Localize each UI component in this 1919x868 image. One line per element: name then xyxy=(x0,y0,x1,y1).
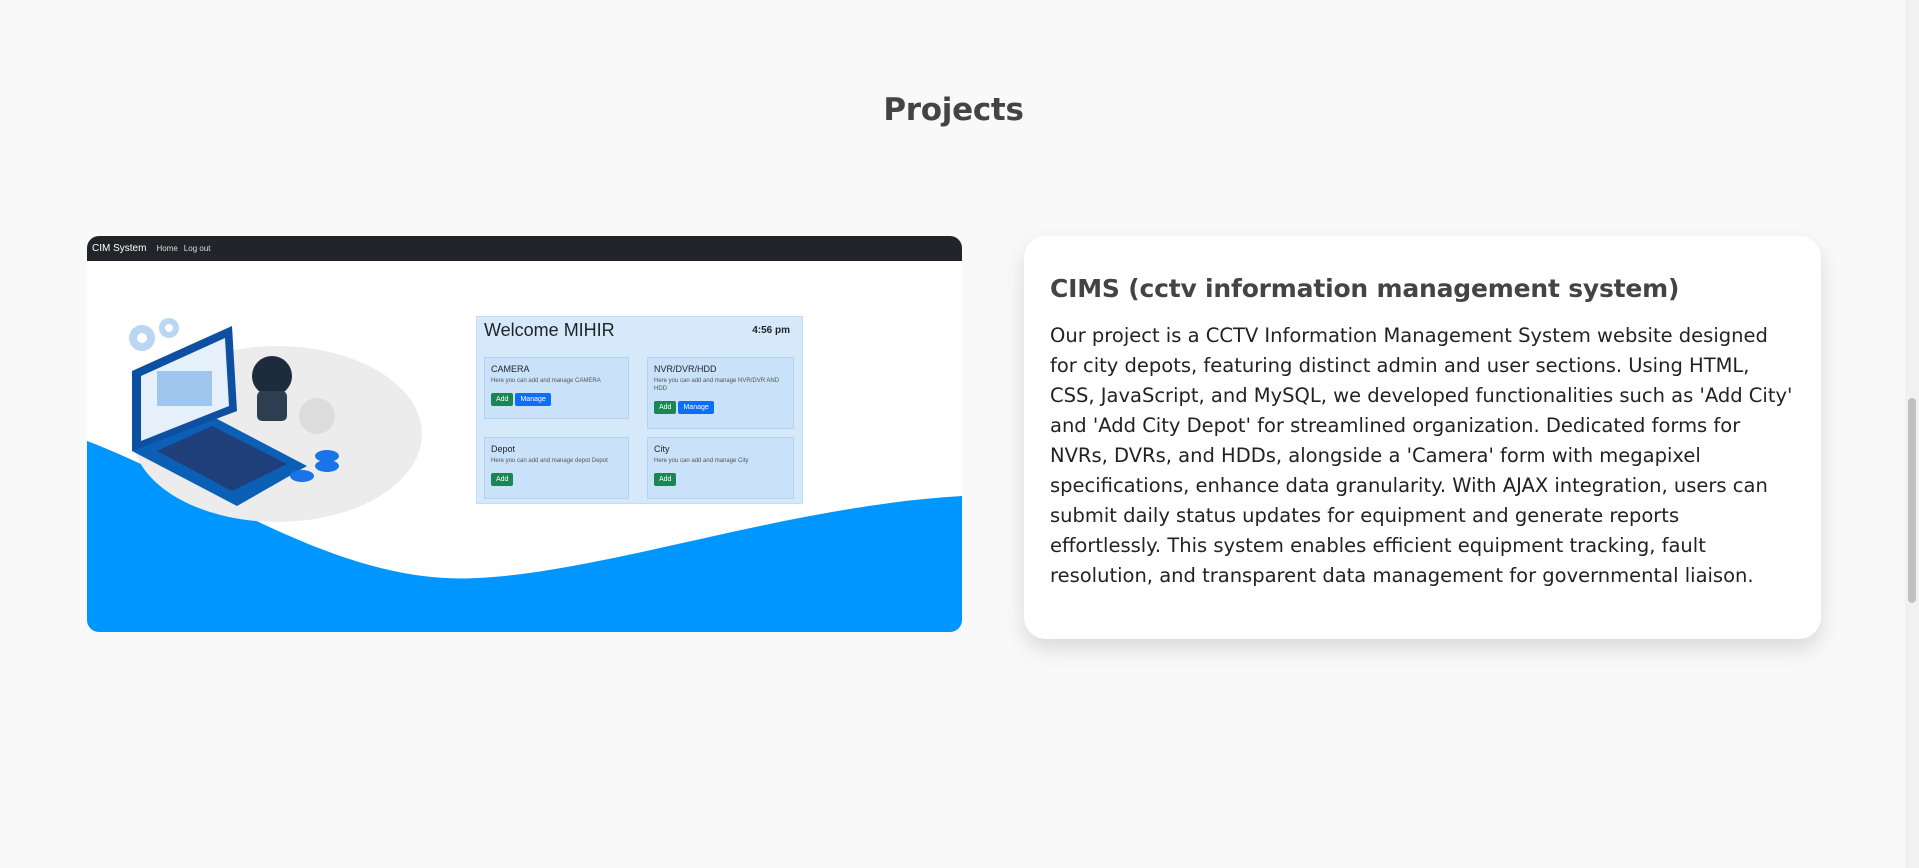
laptop-illustration xyxy=(129,318,339,506)
dashboard-panel: Welcome MIHIR 4:56 pm CAMERA Here you ca… xyxy=(476,316,803,504)
page-scrollbar[interactable] xyxy=(1905,0,1919,868)
clock-time: 4:56 pm xyxy=(752,325,790,336)
manage-button: Manage xyxy=(515,393,551,406)
module-name: CAMERA xyxy=(491,364,530,374)
add-button: Add xyxy=(654,401,677,414)
add-button: Add xyxy=(654,473,677,486)
project-screenshot: CIM System Home Log out Welcome MIHIR 4:… xyxy=(87,236,962,632)
module-nvr-dvr-hdd: NVR/DVR/HDD Here you can add and manage … xyxy=(647,357,794,429)
section-title: Projects xyxy=(883,92,1024,128)
module-camera: CAMERA Here you can add and manage CAMER… xyxy=(484,357,629,419)
module-city: City Here you can add and manage City Ad… xyxy=(647,437,794,499)
module-name: Depot xyxy=(491,444,516,454)
project-card: CIMS (cctv information management system… xyxy=(1024,236,1821,639)
module-description: Here you can add and manage CAMERA xyxy=(491,378,601,384)
module-depot: Depot Here you can add and manage depot … xyxy=(484,437,629,499)
module-name: City xyxy=(654,444,670,454)
add-button: Add xyxy=(491,473,514,486)
project-description: Our project is a CCTV Information Manage… xyxy=(1050,324,1793,587)
scrollbar-thumb[interactable] xyxy=(1908,398,1916,603)
module-name: NVR/DVR/HDD xyxy=(654,364,717,374)
module-description: Here you can add and manage depot Depot xyxy=(491,458,608,464)
add-button: Add xyxy=(491,393,514,406)
module-description: Here you can add and manage City xyxy=(654,458,749,464)
project-title: CIMS (cctv information management system… xyxy=(1050,274,1680,303)
module-description: Here you can add and manage NVR/DVR AND … xyxy=(654,378,780,392)
welcome-heading: Welcome MIHIR xyxy=(484,320,615,340)
manage-button: Manage xyxy=(678,401,714,414)
gear-icon xyxy=(129,318,179,351)
